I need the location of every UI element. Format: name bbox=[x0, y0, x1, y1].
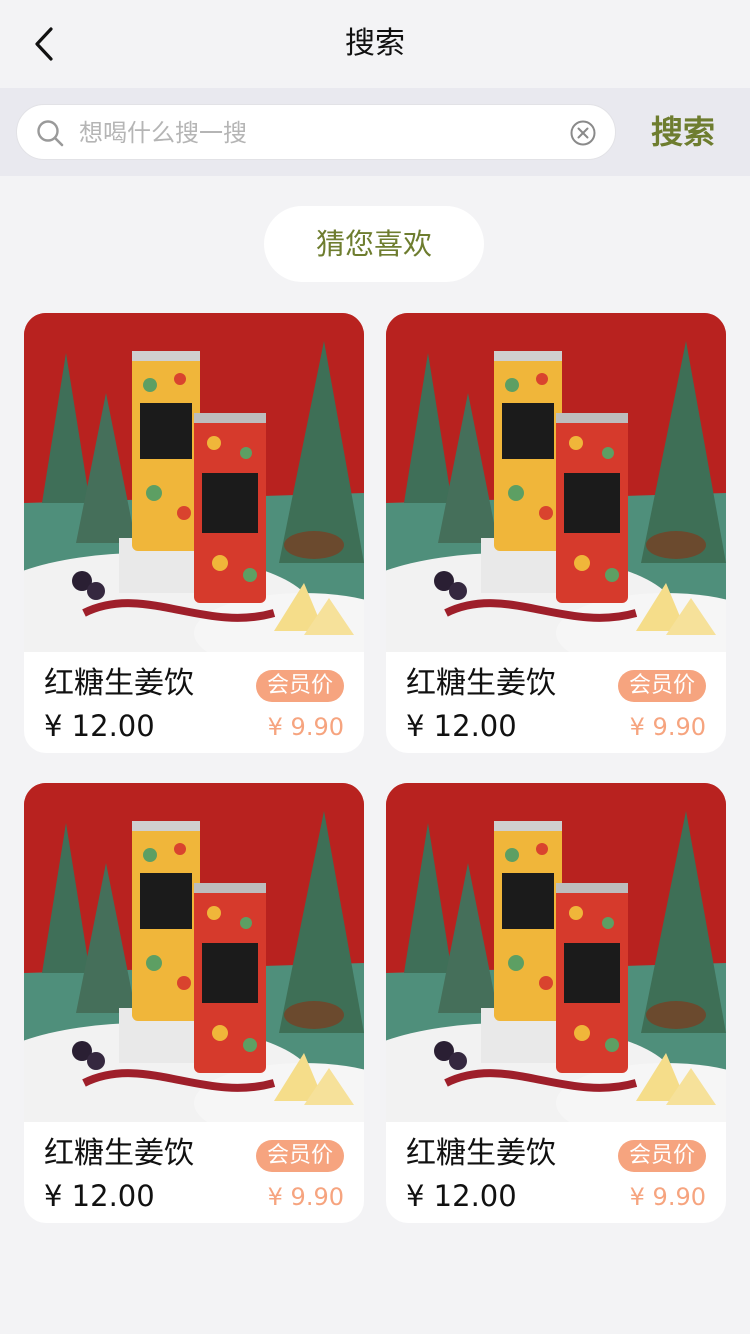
product-name: 红糖生姜饮 bbox=[44, 666, 194, 701]
product-image bbox=[24, 783, 364, 1122]
product-name: 红糖生姜饮 bbox=[406, 666, 556, 701]
product-card[interactable]: 红糖生姜饮 ¥ 12.00 会员价 ¥ 9.90 bbox=[386, 313, 726, 753]
product-price: ¥ 12.00 bbox=[44, 709, 155, 743]
clear-icon[interactable] bbox=[569, 119, 597, 147]
product-price: ¥ 12.00 bbox=[44, 1179, 155, 1213]
product-card[interactable]: 红糖生姜饮 ¥ 12.00 会员价 ¥ 9.90 bbox=[386, 783, 726, 1223]
member-price: ¥ 9.90 bbox=[267, 713, 344, 741]
member-badge: 会员价 bbox=[618, 1140, 706, 1172]
member-price: ¥ 9.90 bbox=[629, 1183, 706, 1211]
product-image bbox=[24, 313, 364, 652]
product-card[interactable]: 红糖生姜饮 ¥ 12.00 会员价 ¥ 9.90 bbox=[24, 313, 364, 753]
product-name: 红糖生姜饮 bbox=[406, 1136, 556, 1171]
member-price: ¥ 9.90 bbox=[267, 1183, 344, 1211]
section-title-recommend: 猜您喜欢 bbox=[264, 206, 484, 282]
search-box[interactable] bbox=[16, 104, 616, 160]
product-price: ¥ 12.00 bbox=[406, 1179, 517, 1213]
search-icon bbox=[37, 120, 64, 147]
member-badge: 会员价 bbox=[256, 1140, 344, 1172]
product-card[interactable]: 红糖生姜饮 ¥ 12.00 会员价 ¥ 9.90 bbox=[24, 783, 364, 1223]
nav-bar: 搜索 bbox=[0, 0, 750, 88]
search-bar: 搜索 bbox=[0, 88, 750, 176]
search-button[interactable]: 搜索 bbox=[636, 108, 730, 156]
member-badge: 会员价 bbox=[618, 670, 706, 702]
product-name: 红糖生姜饮 bbox=[44, 1136, 194, 1171]
search-input[interactable] bbox=[79, 113, 559, 153]
product-price: ¥ 12.00 bbox=[406, 709, 517, 743]
member-price: ¥ 9.90 bbox=[629, 713, 706, 741]
page-title: 搜索 bbox=[345, 26, 405, 61]
member-badge: 会员价 bbox=[256, 670, 344, 702]
product-image bbox=[386, 783, 726, 1122]
product-image bbox=[386, 313, 726, 652]
